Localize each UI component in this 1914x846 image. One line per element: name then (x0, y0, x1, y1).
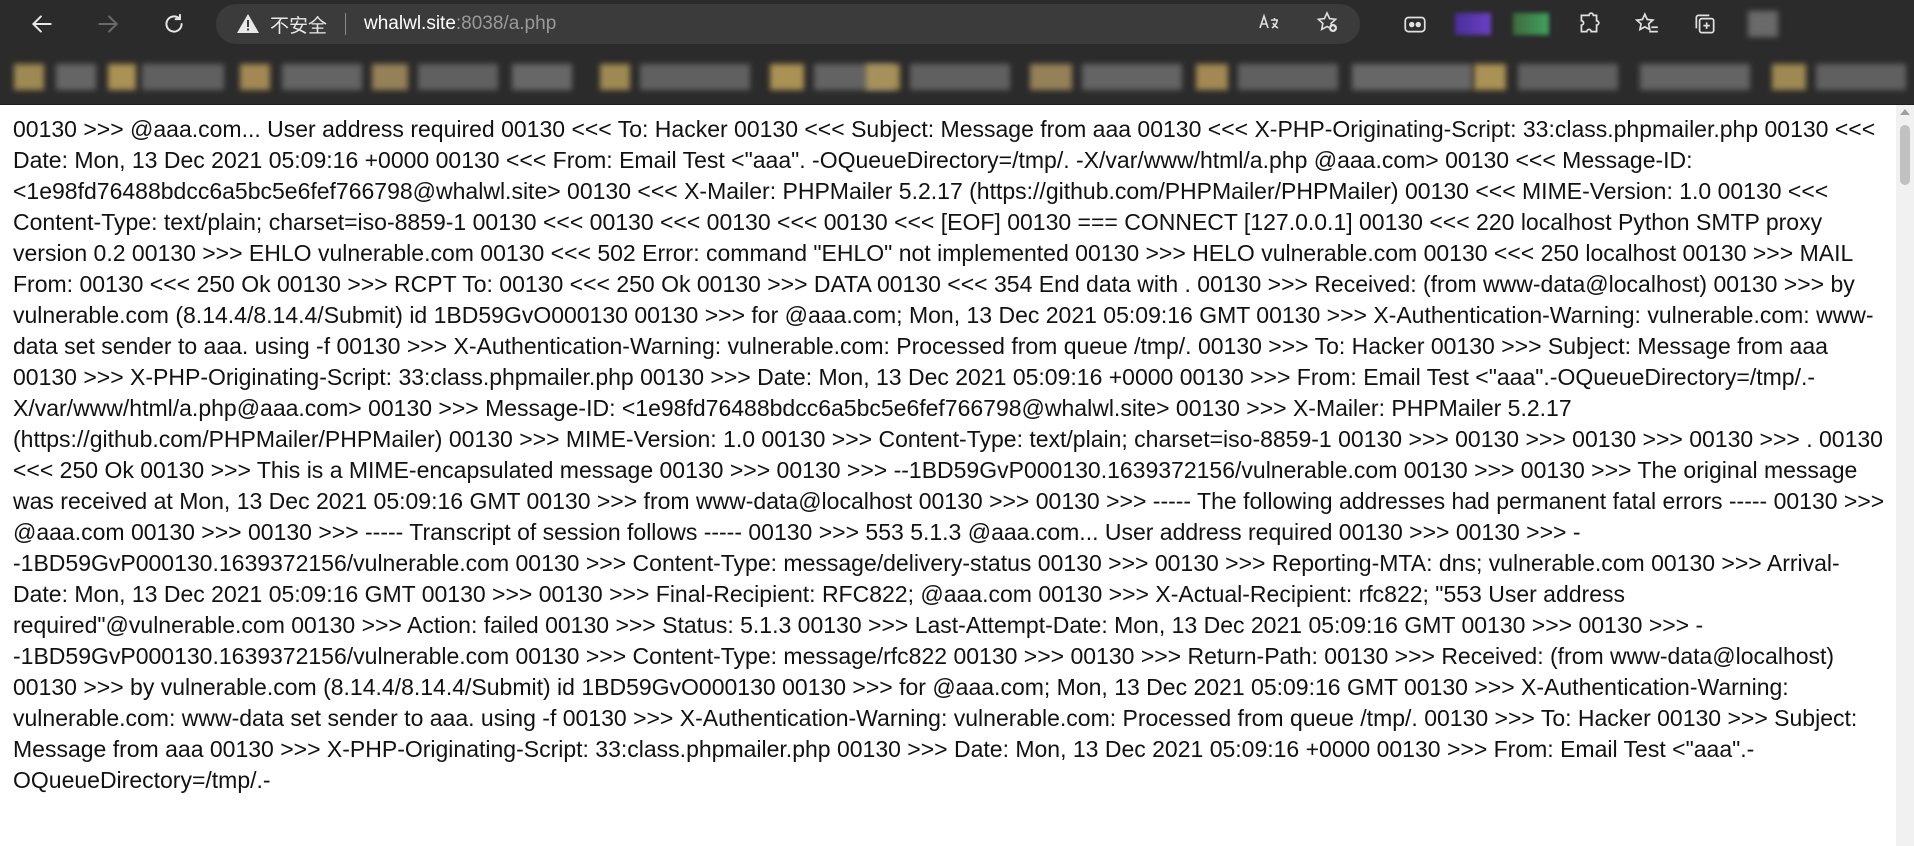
favorite-item[interactable] (108, 64, 136, 90)
profile-icon[interactable] (1734, 0, 1792, 48)
browser-toolbar: 不安全 whalwl.site:8038/a.php (0, 0, 1914, 48)
page-content: 00130 >>> @aaa.com... User address requi… (0, 105, 1896, 846)
favorites-bar (0, 48, 1914, 105)
address-bar-actions (1254, 4, 1342, 44)
url-host: whalwl.site (364, 13, 456, 34)
extension-icon[interactable] (1444, 0, 1502, 48)
favorite-item[interactable] (1082, 64, 1182, 90)
favorite-item[interactable] (640, 64, 750, 90)
favorite-item[interactable] (1238, 64, 1338, 90)
puzzle-icon[interactable] (1560, 0, 1618, 48)
favorite-item[interactable] (418, 64, 498, 90)
toolbar-icons (1386, 0, 1792, 48)
favorite-item[interactable] (1352, 64, 1472, 90)
favorite-item[interactable] (866, 64, 900, 90)
read-aloud-icon[interactable] (1254, 10, 1284, 39)
favorite-item[interactable] (1640, 64, 1750, 90)
favorite-item[interactable] (142, 64, 224, 90)
smtp-debug-output: 00130 >>> @aaa.com... User address requi… (13, 116, 1885, 793)
favorite-item[interactable] (770, 64, 804, 90)
scroll-up-icon[interactable] (1900, 109, 1910, 115)
favorite-item[interactable] (1196, 64, 1228, 90)
collections-icon[interactable] (1676, 0, 1734, 48)
favorite-item[interactable] (56, 64, 96, 90)
favorite-item[interactable] (240, 64, 270, 90)
url-text[interactable]: whalwl.site:8038/a.php (364, 13, 556, 35)
favorite-item[interactable] (1518, 64, 1618, 90)
favorite-item[interactable] (1772, 64, 1806, 90)
scrollbar-thumb[interactable] (1900, 125, 1910, 185)
favorite-item[interactable] (372, 64, 408, 90)
favorite-item[interactable] (282, 64, 362, 90)
favorite-item[interactable] (512, 64, 572, 90)
vertical-scrollbar[interactable] (1896, 105, 1914, 846)
add-favorite-icon[interactable] (1312, 10, 1342, 39)
extension-icon[interactable] (1502, 0, 1560, 48)
forward-arrow-icon[interactable] (86, 2, 130, 46)
favorite-item[interactable] (1474, 64, 1506, 90)
warning-icon[interactable] (236, 12, 260, 36)
url-path: :8038/a.php (455, 13, 557, 34)
favorite-item[interactable] (14, 64, 44, 90)
favorite-item[interactable] (600, 64, 630, 90)
back-arrow-icon[interactable] (20, 2, 64, 46)
favorite-item[interactable] (910, 64, 1010, 90)
address-bar[interactable]: 不安全 whalwl.site:8038/a.php (216, 4, 1360, 44)
favorites-icon[interactable] (1618, 0, 1676, 48)
security-label[interactable]: 不安全 (270, 11, 327, 38)
extension-icon[interactable] (1386, 0, 1444, 48)
favorite-item[interactable] (1030, 64, 1072, 90)
address-divider (345, 13, 347, 35)
refresh-icon[interactable] (152, 2, 196, 46)
favorite-item[interactable] (1816, 64, 1906, 90)
